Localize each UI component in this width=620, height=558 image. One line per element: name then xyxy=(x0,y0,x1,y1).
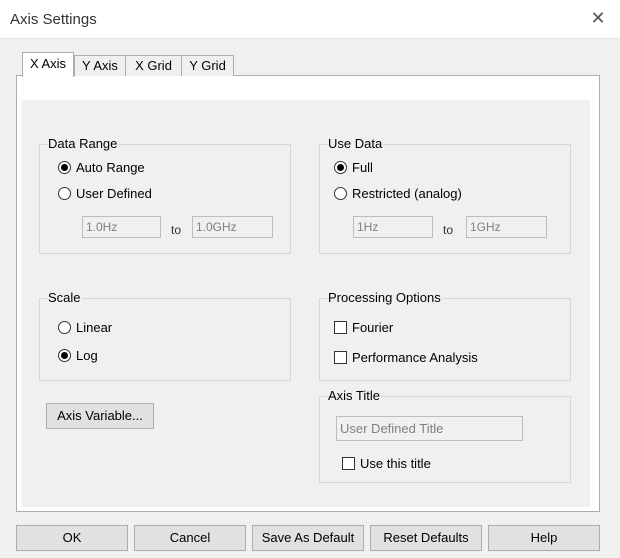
use-data-to-label: to xyxy=(443,223,454,237)
use-data-from-field[interactable]: 1Hz xyxy=(353,216,433,238)
window-title: Axis Settings xyxy=(10,11,97,28)
user-defined-radio[interactable] xyxy=(58,187,71,200)
use-this-title-label[interactable]: Use this title xyxy=(360,457,431,471)
help-button[interactable]: Help xyxy=(488,525,600,551)
save-as-default-button[interactable]: Save As Default xyxy=(252,525,364,551)
processing-options-group xyxy=(319,298,571,381)
linear-label[interactable]: Linear xyxy=(76,321,112,335)
restricted-radio[interactable] xyxy=(334,187,347,200)
scale-group xyxy=(39,298,291,381)
performance-analysis-label[interactable]: Performance Analysis xyxy=(352,351,478,365)
data-range-from-field[interactable]: 1.0Hz xyxy=(82,216,161,238)
user-defined-label[interactable]: User Defined xyxy=(76,187,152,201)
full-radio[interactable] xyxy=(334,161,347,174)
data-range-label: Data Range xyxy=(47,136,119,151)
ok-button[interactable]: OK xyxy=(16,525,128,551)
reset-defaults-button[interactable]: Reset Defaults xyxy=(370,525,482,551)
tab-x-grid[interactable]: X Grid xyxy=(125,55,182,76)
tab-y-axis[interactable]: Y Axis xyxy=(74,55,126,76)
auto-range-label[interactable]: Auto Range xyxy=(76,161,145,175)
use-data-label: Use Data xyxy=(327,136,384,151)
axis-title-field[interactable]: User Defined Title xyxy=(336,416,523,441)
use-data-to-field[interactable]: 1GHz xyxy=(466,216,547,238)
full-label[interactable]: Full xyxy=(352,161,373,175)
auto-range-radio[interactable] xyxy=(58,161,71,174)
data-range-to-label: to xyxy=(171,223,182,237)
tab-y-grid[interactable]: Y Grid xyxy=(181,55,234,76)
tab-x-axis[interactable]: X Axis xyxy=(22,52,74,77)
processing-options-label: Processing Options xyxy=(327,290,442,305)
axis-variable-button[interactable]: Axis Variable... xyxy=(46,403,154,429)
restricted-label[interactable]: Restricted (analog) xyxy=(352,187,462,201)
axis-title-label: Axis Title xyxy=(327,388,382,403)
scale-label: Scale xyxy=(47,290,82,305)
data-range-to-field[interactable]: 1.0GHz xyxy=(192,216,273,238)
fourier-checkbox[interactable] xyxy=(334,321,347,334)
log-radio[interactable] xyxy=(58,349,71,362)
performance-analysis-checkbox[interactable] xyxy=(334,351,347,364)
linear-radio[interactable] xyxy=(58,321,71,334)
log-label[interactable]: Log xyxy=(76,349,98,363)
close-icon[interactable]: ✕ xyxy=(590,8,606,28)
cancel-button[interactable]: Cancel xyxy=(134,525,246,551)
use-this-title-checkbox[interactable] xyxy=(342,457,355,470)
fourier-label[interactable]: Fourier xyxy=(352,321,393,335)
